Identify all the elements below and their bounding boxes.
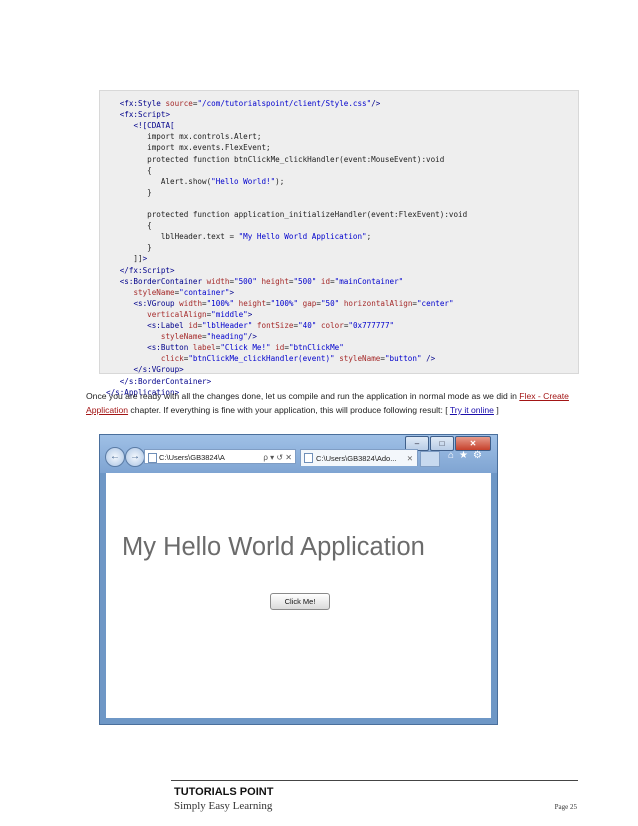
browser-viewport: My Hello World Application Click Me!: [106, 473, 491, 718]
result-paragraph: Once you are ready with all the changes …: [86, 389, 580, 417]
code-line: <![CDATA[: [133, 121, 175, 131]
new-tab-button[interactable]: [420, 451, 440, 467]
address-text: C:\Users\GB3824\A: [159, 453, 225, 462]
paragraph-text-2: chapter. If everything is fine with your…: [128, 405, 450, 415]
code-line: <s:BorderContainer width="500" height="5…: [119, 276, 404, 286]
maximize-button[interactable]: □: [430, 436, 454, 451]
app-header-label: My Hello World Application: [122, 533, 425, 561]
code-line: import mx.controls.Alert;: [106, 132, 262, 142]
back-button[interactable]: ←: [105, 447, 125, 467]
code-line: <s:VGroup width="100%" height="100%" gap…: [133, 298, 454, 308]
tab-app[interactable]: C:\Users\GB3824\Ado... ✕: [300, 449, 418, 466]
code-line: <s:Button label="Click Me!" id="btnClick…: [147, 343, 344, 353]
code-line: {: [106, 165, 152, 175]
code-line: <fx:Style source="/com/tutorialspoint/cl…: [119, 99, 381, 108]
code-line: {: [106, 221, 152, 231]
paragraph-text-1: Once you are ready with all the changes …: [86, 391, 520, 401]
code-line: styleName="heading"/>: [160, 332, 257, 342]
code-line: protected function btnClickMe_clickHandl…: [106, 154, 445, 164]
code-line: lblHeader.text = "My Hello World Applica…: [106, 232, 372, 242]
page-icon: [148, 453, 157, 463]
code-line: Alert.show("Hello World!");: [106, 176, 285, 186]
code-line: </s:BorderContainer>: [119, 376, 212, 386]
footer-divider: [171, 780, 578, 781]
try-it-online-link[interactable]: Try it online: [450, 405, 494, 415]
code-block: <fx:Style source="/com/tutorialspoint/cl…: [99, 90, 579, 397]
code-line: verticalAlign="middle">: [147, 309, 253, 319]
code-line: import mx.events.FlexEvent;: [106, 143, 271, 153]
address-tools-icon[interactable]: ρ ▾ ↺ ✕: [263, 450, 292, 465]
click-me-button[interactable]: Click Me!: [270, 593, 330, 610]
page-number: Page 25: [554, 803, 577, 811]
code-line: ]]>: [106, 254, 148, 264]
footer-title: TUTORIALS POINT: [174, 786, 274, 798]
home-favorites-tools-icon[interactable]: ⌂★⚙: [448, 450, 487, 461]
browser-screenshot: – □ ✕ ← → C:\Users\GB3824\A ρ ▾ ↺ ✕ C:\U…: [99, 434, 498, 725]
code-line: protected function application_initializ…: [106, 210, 468, 219]
forward-button[interactable]: →: [125, 447, 145, 467]
address-bar[interactable]: C:\Users\GB3824\A ρ ▾ ↺ ✕: [144, 449, 296, 464]
code-line: styleName="container">: [133, 287, 235, 297]
code-line: click="btnClickMe_clickHandler(event)" s…: [160, 354, 436, 364]
close-button[interactable]: ✕: [455, 436, 491, 451]
code-line: }: [106, 187, 152, 197]
code-line: </fx:Script>: [119, 265, 175, 275]
tab-close-icon[interactable]: ✕: [407, 450, 413, 467]
footer-subtitle: Simply Easy Learning: [174, 800, 273, 812]
code-line: </s:VGroup>: [133, 365, 184, 375]
ie-page-icon: [304, 453, 313, 463]
code-line: }: [106, 243, 152, 253]
code-line: <fx:Script>: [119, 110, 171, 120]
browser-frame: – □ ✕ ← → C:\Users\GB3824\A ρ ▾ ↺ ✕ C:\U…: [100, 435, 497, 473]
tab-label: C:\Users\GB3824\Ado...: [316, 454, 397, 463]
paragraph-text-3: ]: [493, 405, 499, 415]
code-line: <s:Label id="lblHeader" fontSize="40" co…: [147, 321, 395, 330]
